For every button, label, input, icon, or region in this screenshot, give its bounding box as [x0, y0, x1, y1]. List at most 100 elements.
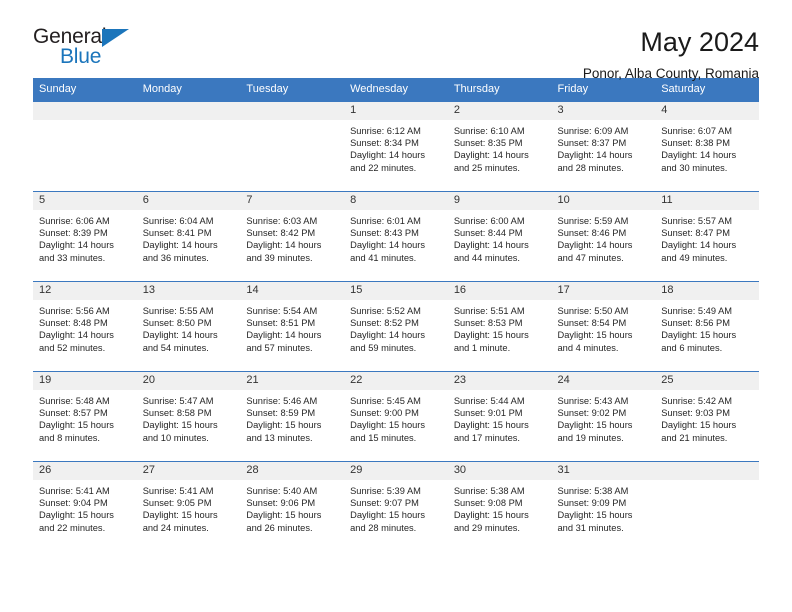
calendar-day-cell[interactable]: 12 Sunrise: 5:56 AM Sunset: 8:48 PM Dayligh…	[33, 281, 137, 372]
day-details: Sunrise: 6:04 AM Sunset: 8:41 PM Daylight:…	[137, 210, 241, 264]
calendar-week-row: 26 Sunrise: 5:41 AM Sunset: 9:04 PM Dayligh…	[33, 461, 759, 552]
calendar-day-cell[interactable]: 31 Sunrise: 5:38 AM Sunset: 9:09 PM Dayligh…	[551, 461, 656, 552]
daylight-text: Daylight: 15 hours	[453, 330, 529, 341]
daylight-text: Daylight: 15 hours	[557, 510, 633, 521]
daylight-text: and 8 minutes.	[39, 432, 100, 443]
sunset-text: Sunset: 9:06 PM	[246, 498, 316, 509]
calendar-day-cell[interactable]: 18 Sunrise: 5:49 AM Sunset: 8:56 PM Dayligh…	[655, 281, 759, 372]
sunrise-text: Sunrise: 5:54 AM	[246, 306, 318, 316]
calendar-day-cell[interactable]: 27 Sunrise: 5:41 AM Sunset: 9:05 PM Dayligh…	[136, 461, 241, 552]
day-cell-inner: 7 Sunrise: 6:03 AM Sunset: 8:42 PM Daylight…	[240, 192, 345, 281]
day-number: 5	[33, 192, 137, 210]
day-cell-inner: 20 Sunrise: 5:47 AM Sunset: 8:58 PM Dayligh…	[136, 372, 241, 461]
weekday-header-sunday: Sunday	[33, 78, 137, 102]
day-details: Sunrise: 5:54 AM Sunset: 8:51 PM Daylight:…	[240, 300, 344, 354]
day-details: Sunrise: 5:46 AM Sunset: 8:59 PM Daylight:…	[240, 390, 344, 444]
logo-text-blue: Blue	[60, 45, 102, 68]
calendar-day-cell[interactable]: 9 Sunrise: 6:00 AM Sunset: 8:44 PM Daylight…	[447, 191, 552, 282]
calendar-day-cell[interactable]: 2 Sunrise: 6:10 AM Sunset: 8:35 PM Daylight…	[447, 101, 552, 192]
day-number: 8	[344, 192, 448, 210]
daylight-text: and 10 minutes.	[142, 432, 209, 443]
calendar-day-cell[interactable]: 20 Sunrise: 5:47 AM Sunset: 8:58 PM Dayligh…	[136, 371, 241, 462]
day-cell-inner: 4 Sunrise: 6:07 AM Sunset: 8:38 PM Daylight…	[655, 102, 759, 191]
day-number: 28	[240, 462, 345, 480]
calendar-day-cell[interactable]: 14 Sunrise: 5:54 AM Sunset: 8:51 PM Dayligh…	[240, 281, 345, 372]
daylight-text: and 22 minutes.	[39, 522, 106, 533]
calendar-week-row: 19 Sunrise: 5:48 AM Sunset: 8:57 PM Dayligh…	[33, 371, 759, 462]
daylight-text: and 39 minutes.	[246, 252, 313, 263]
sunset-text: Sunset: 8:56 PM	[661, 318, 730, 329]
day-number: 7	[240, 192, 345, 210]
day-cell-inner: 23 Sunrise: 5:44 AM Sunset: 9:01 PM Dayligh…	[447, 372, 552, 461]
day-cell-inner: 22 Sunrise: 5:45 AM Sunset: 9:00 PM Dayligh…	[344, 372, 448, 461]
day-cell-inner: 14 Sunrise: 5:54 AM Sunset: 8:51 PM Dayligh…	[240, 282, 345, 371]
sunset-text: Sunset: 8:47 PM	[661, 228, 730, 239]
day-cell-inner: 24 Sunrise: 5:43 AM Sunset: 9:02 PM Dayligh…	[551, 372, 656, 461]
calendar-day-cell[interactable]: 10 Sunrise: 5:59 AM Sunset: 8:46 PM Dayligh…	[551, 191, 656, 282]
day-number: 4	[655, 102, 759, 120]
calendar-day-cell[interactable]: 1 Sunrise: 6:12 AM Sunset: 8:34 PM Daylight…	[344, 101, 448, 192]
day-cell-inner: 25 Sunrise: 5:42 AM Sunset: 9:03 PM Dayligh…	[655, 372, 759, 461]
calendar-day-cell[interactable]: 25 Sunrise: 5:42 AM Sunset: 9:03 PM Dayligh…	[655, 371, 759, 462]
calendar-day-cell[interactable]: 28 Sunrise: 5:40 AM Sunset: 9:06 PM Dayligh…	[240, 461, 345, 552]
sunrise-text: Sunrise: 6:12 AM	[350, 126, 421, 136]
calendar-day-cell[interactable]: 19 Sunrise: 5:48 AM Sunset: 8:57 PM Dayligh…	[33, 371, 137, 462]
sunrise-text: Sunrise: 6:07 AM	[661, 126, 733, 136]
calendar-day-cell[interactable]: 24 Sunrise: 5:43 AM Sunset: 9:02 PM Dayligh…	[551, 371, 656, 462]
day-details: Sunrise: 5:38 AM Sunset: 9:09 PM Daylight:…	[552, 480, 656, 534]
sunrise-text: Sunrise: 5:38 AM	[557, 486, 629, 496]
sunrise-text: Sunrise: 5:42 AM	[661, 396, 733, 406]
calendar-day-cell[interactable]: 15 Sunrise: 5:52 AM Sunset: 8:52 PM Dayligh…	[344, 281, 448, 372]
day-details: Sunrise: 5:51 AM Sunset: 8:53 PM Daylight:…	[448, 300, 552, 354]
sunset-text: Sunset: 8:44 PM	[453, 228, 523, 239]
daylight-text: Daylight: 14 hours	[557, 240, 633, 251]
calendar-day-cell[interactable]: 23 Sunrise: 5:44 AM Sunset: 9:01 PM Dayligh…	[447, 371, 552, 462]
daylight-text: Daylight: 14 hours	[142, 240, 218, 251]
sunrise-text: Sunrise: 5:51 AM	[453, 306, 525, 316]
day-cell-inner: 27 Sunrise: 5:41 AM Sunset: 9:05 PM Dayligh…	[136, 462, 241, 552]
sunset-text: Sunset: 8:38 PM	[661, 138, 730, 149]
calendar-day-cell[interactable]: 6 Sunrise: 6:04 AM Sunset: 8:41 PM Daylight…	[136, 191, 241, 282]
daylight-text: and 19 minutes.	[557, 432, 624, 443]
calendar-day-cell[interactable]: 13 Sunrise: 5:55 AM Sunset: 8:50 PM Dayligh…	[136, 281, 241, 372]
calendar-day-cell[interactable]: 5 Sunrise: 6:06 AM Sunset: 8:39 PM Daylight…	[33, 191, 137, 282]
daylight-text: and 4 minutes.	[557, 342, 619, 353]
calendar-day-cell[interactable]: 29 Sunrise: 5:39 AM Sunset: 9:07 PM Dayligh…	[344, 461, 448, 552]
sunset-text: Sunset: 8:39 PM	[39, 228, 108, 239]
weekday-header-wednesday: Wednesday	[344, 78, 448, 102]
day-details: Sunrise: 5:59 AM Sunset: 8:46 PM Daylight:…	[552, 210, 656, 264]
calendar-day-cell[interactable]: 16 Sunrise: 5:51 AM Sunset: 8:53 PM Dayligh…	[447, 281, 552, 372]
day-number: 12	[33, 282, 137, 300]
day-number: 22	[344, 372, 448, 390]
calendar-day-cell[interactable]: 26 Sunrise: 5:41 AM Sunset: 9:04 PM Dayligh…	[33, 461, 137, 552]
calendar-day-cell[interactable]: 3 Sunrise: 6:09 AM Sunset: 8:37 PM Daylight…	[551, 101, 656, 192]
sunrise-text: Sunrise: 5:41 AM	[39, 486, 110, 496]
day-number: 26	[33, 462, 137, 480]
calendar-day-cell[interactable]: 30 Sunrise: 5:38 AM Sunset: 9:08 PM Dayligh…	[447, 461, 552, 552]
daylight-text: and 52 minutes.	[39, 342, 106, 353]
sunrise-text: Sunrise: 5:57 AM	[661, 216, 733, 226]
day-cell-inner: 15 Sunrise: 5:52 AM Sunset: 8:52 PM Dayligh…	[344, 282, 448, 371]
calendar-day-cell[interactable]: 17 Sunrise: 5:50 AM Sunset: 8:54 PM Dayligh…	[551, 281, 656, 372]
calendar-week-row: 12 Sunrise: 5:56 AM Sunset: 8:48 PM Dayligh…	[33, 281, 759, 372]
sunrise-text: Sunrise: 5:52 AM	[350, 306, 421, 316]
day-details: Sunrise: 5:48 AM Sunset: 8:57 PM Daylight:…	[33, 390, 137, 444]
day-cell-inner	[33, 102, 137, 191]
calendar-day-cell[interactable]: 8 Sunrise: 6:01 AM Sunset: 8:43 PM Daylight…	[344, 191, 448, 282]
daylight-text: and 47 minutes.	[557, 252, 624, 263]
day-details: Sunrise: 5:43 AM Sunset: 9:02 PM Daylight:…	[552, 390, 656, 444]
weekday-header-friday: Friday	[551, 78, 656, 102]
calendar-day-cell[interactable]: 11 Sunrise: 5:57 AM Sunset: 8:47 PM Dayligh…	[655, 191, 759, 282]
day-details: Sunrise: 5:44 AM Sunset: 9:01 PM Daylight:…	[448, 390, 552, 444]
sunset-text: Sunset: 9:07 PM	[350, 498, 419, 509]
calendar-day-cell[interactable]: 22 Sunrise: 5:45 AM Sunset: 9:00 PM Dayligh…	[344, 371, 448, 462]
day-details: Sunrise: 5:41 AM Sunset: 9:04 PM Daylight:…	[33, 480, 137, 534]
calendar-day-cell-empty	[33, 101, 137, 192]
daylight-text: and 44 minutes.	[453, 252, 520, 263]
calendar-day-cell[interactable]: 4 Sunrise: 6:07 AM Sunset: 8:38 PM Daylight…	[655, 101, 759, 192]
daylight-text: Daylight: 14 hours	[661, 150, 737, 161]
day-cell-inner: 10 Sunrise: 5:59 AM Sunset: 8:46 PM Dayligh…	[551, 192, 656, 281]
calendar-day-cell[interactable]: 21 Sunrise: 5:46 AM Sunset: 8:59 PM Dayligh…	[240, 371, 345, 462]
calendar-day-cell[interactable]: 7 Sunrise: 6:03 AM Sunset: 8:42 PM Daylight…	[240, 191, 345, 282]
day-details: Sunrise: 5:52 AM Sunset: 8:52 PM Daylight:…	[344, 300, 448, 354]
